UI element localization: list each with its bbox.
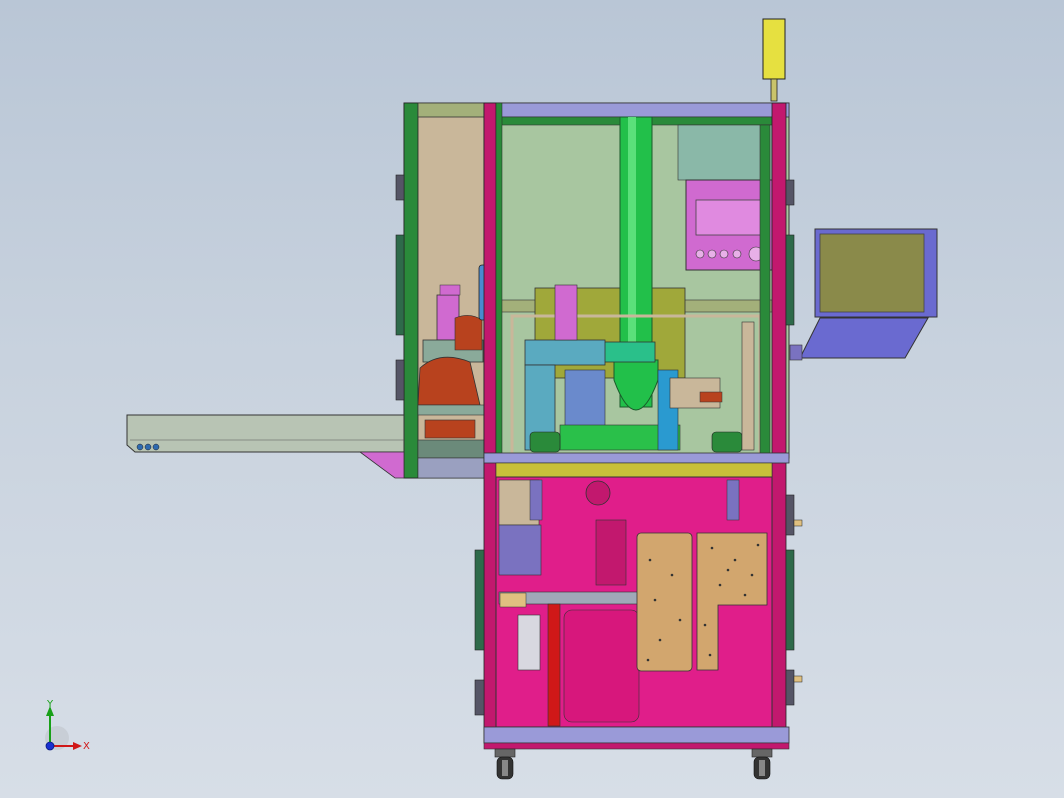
hmi-panel[interactable] <box>685 179 773 271</box>
hmi-button[interactable] <box>719 249 729 259</box>
caster-wheel-left <box>494 748 516 780</box>
external-monitor <box>789 228 938 361</box>
beacon-light <box>762 18 786 102</box>
coordinate-triad: Y X <box>45 699 90 752</box>
cad-viewport[interactable]: Y X <box>0 0 1064 798</box>
hmi-button[interactable] <box>732 249 742 259</box>
conveyor-arm <box>126 414 405 479</box>
hmi-button[interactable] <box>695 249 705 259</box>
mid-deck <box>483 452 790 478</box>
vertical-tube <box>613 116 659 411</box>
hmi-button[interactable] <box>707 249 717 259</box>
triad-y-label: Y <box>46 699 54 710</box>
triad-x-label: X <box>83 741 90 752</box>
caster-wheel-right <box>751 748 773 780</box>
base-rail <box>483 726 790 750</box>
